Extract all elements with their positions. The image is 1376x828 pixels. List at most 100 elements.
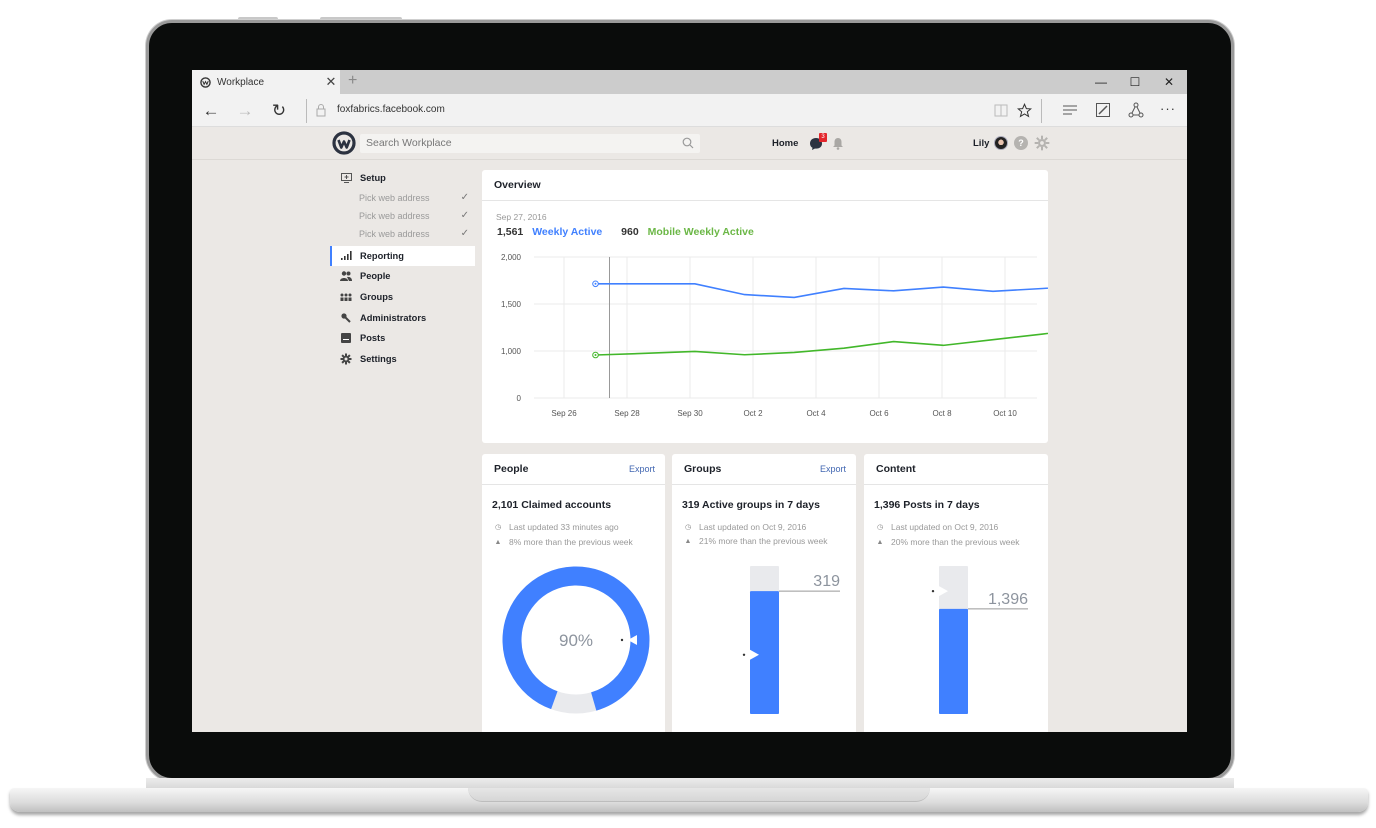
setup-step-label: Pick web address	[359, 210, 430, 221]
setup-step[interactable]: Pick web address ✓	[330, 189, 475, 207]
setup-step[interactable]: Pick web address ✓	[330, 207, 475, 225]
export-link[interactable]: Export	[820, 464, 846, 474]
tab-title: Workplace	[217, 76, 265, 88]
sidebar: Setup Pick web address ✓ Pick web address…	[330, 168, 475, 369]
last-updated: ◷ Last updated 33 minutes ago	[492, 522, 619, 532]
web-note-icon[interactable]	[1095, 102, 1111, 118]
lock-icon	[316, 104, 326, 117]
help-icon[interactable]: ?	[1014, 136, 1028, 150]
maximize-button[interactable]: ☐	[1118, 70, 1152, 94]
sidebar-item-people[interactable]: People	[330, 266, 475, 287]
overview-card: Overview Sep 27, 2016 1,561 Weekly Activ…	[482, 170, 1048, 443]
trend: ▲ 21% more than the previous week	[682, 536, 828, 546]
notification-badge: 3	[819, 133, 827, 142]
donut-marker-dot	[620, 638, 624, 642]
bar-gauge: 319	[742, 566, 840, 714]
checkmark-icon: ✓	[460, 192, 469, 204]
y-tick-label: 0	[517, 394, 522, 403]
sidebar-item-groups[interactable]: Groups	[330, 287, 475, 308]
card-header: Content	[864, 454, 1048, 485]
hub-icon[interactable]	[1062, 105, 1078, 116]
forward-button[interactable]: →	[234, 100, 256, 122]
sidebar-item-label: Setup	[360, 173, 386, 184]
more-icon[interactable]: ···	[1160, 101, 1176, 116]
card-header: People Export	[482, 454, 665, 485]
sidebar-item-posts[interactable]: Posts	[330, 328, 475, 349]
sidebar-item-reporting[interactable]: Reporting	[330, 245, 475, 267]
clock-icon: ◷	[494, 524, 502, 531]
card-header: Groups Export	[672, 454, 856, 485]
avatar[interactable]	[994, 136, 1008, 150]
bar-value-label: 1,396	[988, 591, 1028, 608]
separator	[1041, 99, 1042, 123]
back-button[interactable]: ←	[200, 100, 222, 122]
sidebar-item-administrators[interactable]: Administrators	[330, 307, 475, 328]
x-tick-label: Sep 28	[614, 409, 640, 418]
sidebar-item-settings[interactable]: Settings	[330, 349, 475, 370]
bar-fill	[939, 608, 968, 714]
close-window-button[interactable]: ✕	[1152, 70, 1186, 94]
laptop-base	[10, 788, 1368, 812]
laptop-hinge	[146, 778, 1234, 788]
search-icon[interactable]	[682, 137, 694, 149]
donut-value-label: 90%	[559, 631, 593, 650]
posts-icon	[340, 333, 352, 344]
people-icon	[340, 271, 352, 282]
workplace-favicon-icon	[200, 76, 211, 88]
sidebar-item-label: Administrators	[360, 312, 427, 323]
x-tick-label: Oct 4	[806, 409, 826, 418]
y-tick-label: 2,000	[501, 253, 522, 262]
setup-step-label: Pick web address	[359, 192, 430, 203]
groups-card: Groups Export 319 Active groups in 7 days…	[672, 454, 856, 732]
close-tab-icon[interactable]: ✕	[322, 74, 340, 90]
browser-tab[interactable]: Workplace ✕	[192, 70, 340, 94]
trend: ▲ 20% more than the previous week	[874, 537, 1020, 547]
reading-view-icon[interactable]	[994, 104, 1008, 117]
x-tick-label: Oct 6	[869, 409, 889, 418]
url-field[interactable]: foxfabrics.facebook.com	[337, 104, 445, 115]
export-link[interactable]: Export	[629, 464, 655, 474]
wrench-icon	[340, 313, 352, 323]
setup-step-label: Pick web address	[359, 228, 430, 239]
y-tick-label: 1,000	[501, 347, 522, 356]
people-card: People Export 2,101 Claimed accounts ◷ Las…	[482, 454, 665, 732]
last-updated: ◷ Last updated on Oct 9, 2016	[874, 522, 998, 532]
sidebar-item-setup[interactable]: Setup	[330, 168, 475, 189]
last-updated: ◷ Last updated on Oct 9, 2016	[682, 522, 806, 532]
search-input[interactable]: Search Workplace	[360, 134, 700, 153]
bar-marker-dot	[742, 653, 746, 656]
refresh-button[interactable]: ↻	[268, 100, 290, 122]
minimize-button[interactable]: —	[1084, 70, 1118, 94]
clock-icon: ◷	[684, 524, 692, 531]
search-placeholder: Search Workplace	[366, 137, 452, 149]
new-tab-button[interactable]: +	[348, 72, 357, 90]
series-line-weekly-active	[595, 282, 1048, 299]
bar-value-label: 319	[813, 573, 840, 590]
bar-marker-dot	[931, 589, 935, 593]
x-tick-label: Oct 10	[993, 409, 1017, 418]
x-tick-label: Sep 30	[677, 409, 703, 418]
address-bar: ← → ↻ foxfabrics.facebook.com ···	[192, 94, 1187, 127]
bell-icon[interactable]	[832, 137, 844, 150]
x-tick-label: Sep 26	[551, 409, 577, 418]
setup-step[interactable]: Pick web address ✓	[330, 225, 475, 243]
x-tick-label: Oct 8	[932, 409, 952, 418]
home-link[interactable]: Home	[772, 138, 798, 149]
sidebar-item-label: Groups	[360, 292, 394, 303]
workplace-logo-icon[interactable]	[332, 131, 356, 155]
data-point-marker-dot	[594, 282, 597, 285]
line-chart[interactable]: 01,0001,5002,000Sep 26 Sep 28 Sep 30 Oct 2O…	[482, 170, 1048, 443]
gear-icon[interactable]	[1034, 135, 1050, 151]
up-arrow-icon: ▲	[494, 538, 502, 546]
user-name[interactable]: Lily	[973, 138, 989, 149]
content-card: Content 1,396 Posts in 7 days ◷ Last upda…	[864, 454, 1048, 732]
clock-icon: ◷	[876, 524, 884, 531]
sidebar-item-label: Settings	[360, 353, 397, 364]
up-arrow-icon: ▲	[876, 538, 884, 546]
bar-gauge: 1,396	[931, 566, 1028, 714]
favorite-star-icon[interactable]	[1017, 103, 1032, 118]
share-icon[interactable]	[1128, 102, 1144, 118]
card-title: People	[494, 463, 529, 475]
sidebar-item-label: Posts	[360, 333, 386, 344]
trend-text: 21% more than the previous week	[699, 536, 828, 546]
